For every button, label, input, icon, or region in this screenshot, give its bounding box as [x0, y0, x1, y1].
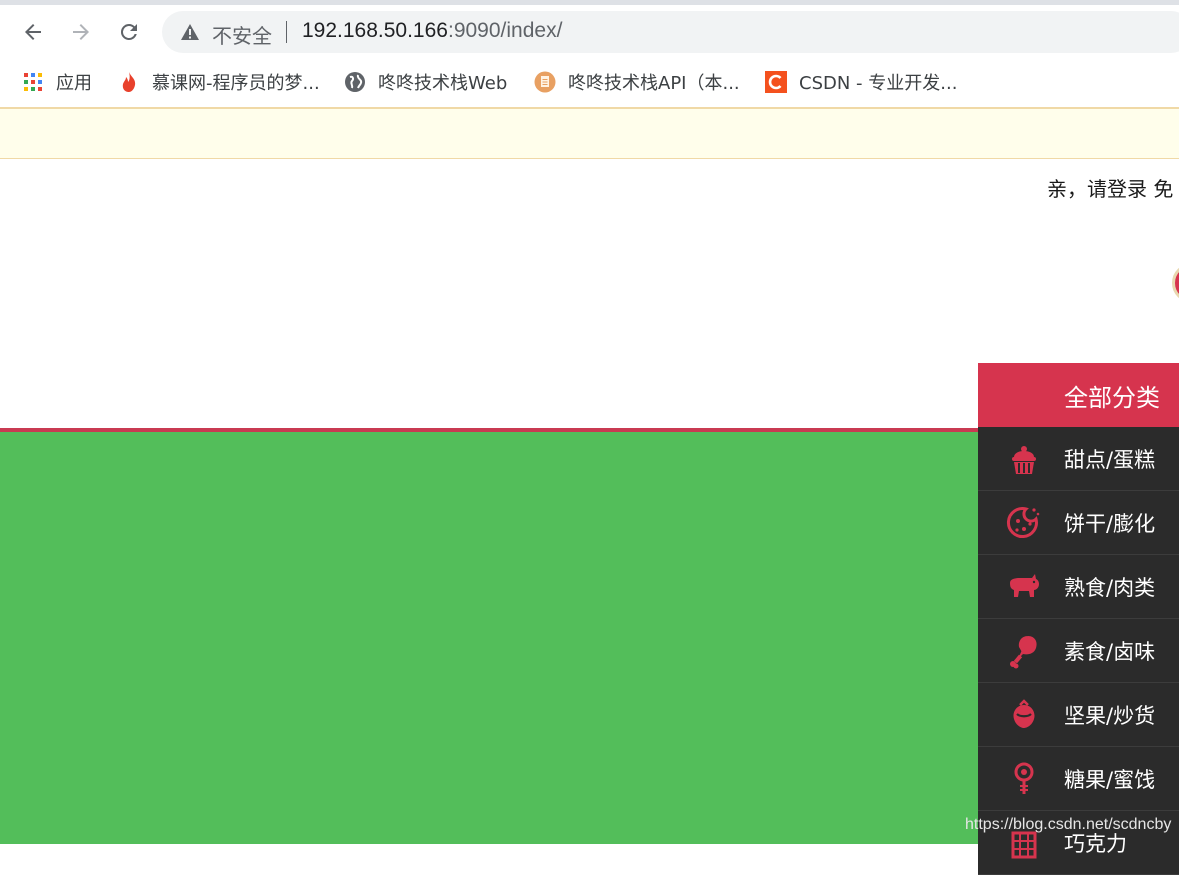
bookmark-label: CSDN - 专业开发... — [799, 73, 958, 94]
bookmark-dongdong-web[interactable]: 咚咚技术栈Web — [344, 68, 507, 96]
category-label: 糖果/蜜饯 — [1064, 767, 1156, 792]
category-panel: 全部分类 甜点/蛋糕 饼干/膨化 熟食/肉类 素食/卤味 坚果/炒货 糖果/蜜饯… — [978, 363, 1179, 875]
register-link[interactable]: 免 — [1153, 177, 1173, 201]
url-host: 192.168.50.166 — [302, 19, 448, 42]
cookie-icon — [1007, 507, 1040, 538]
forward-button[interactable] — [66, 17, 96, 47]
login-tip: 亲，请登录 免 — [1047, 173, 1173, 202]
pig-icon — [1010, 574, 1039, 597]
category-item-cookie[interactable]: 饼干/膨化 — [978, 491, 1179, 555]
drumstick-icon — [1010, 636, 1037, 669]
nut-icon — [1013, 699, 1035, 728]
category-header[interactable]: 全部分类 — [978, 363, 1179, 427]
lollipop-icon — [1014, 762, 1034, 794]
arrow-left-icon — [25, 24, 41, 40]
cake-icon — [1012, 446, 1036, 474]
csdn-logo-icon — [765, 71, 787, 93]
apps-grid-icon — [22, 71, 44, 93]
bookmark-apps[interactable]: 应用 — [22, 68, 92, 96]
logo-badge[interactable] — [1172, 263, 1179, 303]
back-button[interactable] — [18, 17, 48, 47]
address-separator — [286, 21, 287, 43]
category-label: 甜点/蛋糕 — [1064, 447, 1156, 472]
bookmark-label: 咚咚技术栈Web — [378, 73, 508, 94]
browser-toolbar: 不安全 192.168.50.166:9090/index/ — [0, 5, 1179, 60]
category-item-dessert[interactable]: 甜点/蛋糕 — [978, 427, 1179, 491]
category-item-candy[interactable]: 糖果/蜜饯 — [978, 747, 1179, 811]
reload-icon — [120, 23, 137, 40]
url-path: :9090/index/ — [447, 19, 563, 42]
category-label: 熟食/肉类 — [1064, 575, 1156, 600]
address-bar[interactable]: 不安全 192.168.50.166:9090/index/ — [162, 11, 1179, 53]
category-item-meat[interactable]: 熟食/肉类 — [978, 555, 1179, 619]
category-label: 坚果/炒货 — [1064, 703, 1156, 728]
reload-button[interactable] — [114, 17, 144, 47]
promo-banner[interactable] — [0, 432, 978, 844]
bookmarks-bar: 应用 慕课网-程序员的梦... 咚咚技术栈Web 咚咚技术栈API（本... C… — [0, 60, 1179, 104]
watermark: https://blog.csdn.net/scdncby — [965, 816, 1172, 833]
category-item-vegetarian[interactable]: 素食/卤味 — [978, 619, 1179, 683]
bookmark-label: 应用 — [56, 73, 92, 94]
bookmark-label: 咚咚技术栈API（本... — [568, 73, 740, 94]
url-text[interactable]: 192.168.50.166:9090/index/ — [302, 19, 562, 43]
category-label: 素食/卤味 — [1064, 639, 1156, 664]
bookmark-dongdong-api[interactable]: 咚咚技术栈API（本... — [534, 68, 740, 96]
warning-icon — [181, 24, 199, 40]
notice-bar — [0, 107, 1179, 159]
arrow-right-icon — [73, 24, 89, 40]
bookmark-csdn[interactable]: CSDN - 专业开发... — [765, 68, 957, 96]
security-label[interactable]: 不安全 — [212, 20, 272, 49]
category-label: 饼干/膨化 — [1064, 511, 1156, 536]
login-link[interactable]: 亲，请登录 — [1047, 177, 1147, 201]
category-list: 甜点/蛋糕 饼干/膨化 熟食/肉类 素食/卤味 坚果/炒货 糖果/蜜饯 巧克力 — [978, 427, 1179, 875]
bookmark-label: 慕课网-程序员的梦... — [152, 73, 320, 94]
document-icon — [534, 71, 556, 93]
flame-icon — [118, 71, 140, 93]
bookmark-imooc[interactable]: 慕课网-程序员的梦... — [118, 68, 320, 96]
category-item-nuts[interactable]: 坚果/炒货 — [978, 683, 1179, 747]
globe-icon — [344, 71, 366, 93]
